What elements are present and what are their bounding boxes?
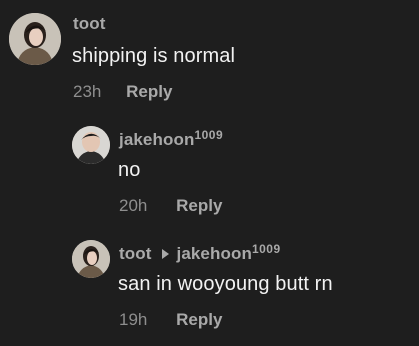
username-text[interactable]: toot (119, 244, 152, 263)
reply-to-arrow-icon (161, 249, 169, 260)
avatar-photo-icon (72, 240, 110, 278)
avatar-photo-icon (72, 126, 110, 164)
username-text[interactable]: jakehoon (119, 130, 194, 149)
comment-text: san in wooyoung butt rn (118, 273, 333, 295)
comment-timestamp: 23h (73, 82, 102, 101)
avatar[interactable] (9, 13, 61, 65)
comment-meta: 19h Reply (119, 310, 222, 330)
comment-username: toot jakehoon1009 (119, 242, 281, 264)
reply-to-username[interactable]: jakehoon (177, 244, 252, 263)
comment-text: shipping is normal (72, 45, 235, 67)
comment-username[interactable]: jakehoon1009 (119, 128, 223, 150)
comment-username[interactable]: toot (73, 14, 106, 34)
comment-timestamp: 20h (119, 196, 148, 215)
reply-button[interactable]: Reply (176, 196, 222, 216)
comment-meta: 23h Reply (73, 82, 172, 102)
avatar[interactable] (72, 126, 110, 164)
username-suffix[interactable]: 1009 (194, 128, 223, 142)
comment-text: no (118, 159, 141, 181)
reply-to-username-suffix[interactable]: 1009 (252, 242, 281, 256)
comments-thread: toot shipping is normal 23h Reply jakeho… (0, 0, 419, 346)
reply-button[interactable]: Reply (126, 82, 172, 102)
avatar[interactable] (72, 240, 110, 278)
avatar-photo-icon (9, 13, 61, 65)
reply-button[interactable]: Reply (176, 310, 222, 330)
comment-meta: 20h Reply (119, 196, 222, 216)
username-text[interactable]: toot (73, 14, 106, 33)
comment-timestamp: 19h (119, 310, 148, 329)
